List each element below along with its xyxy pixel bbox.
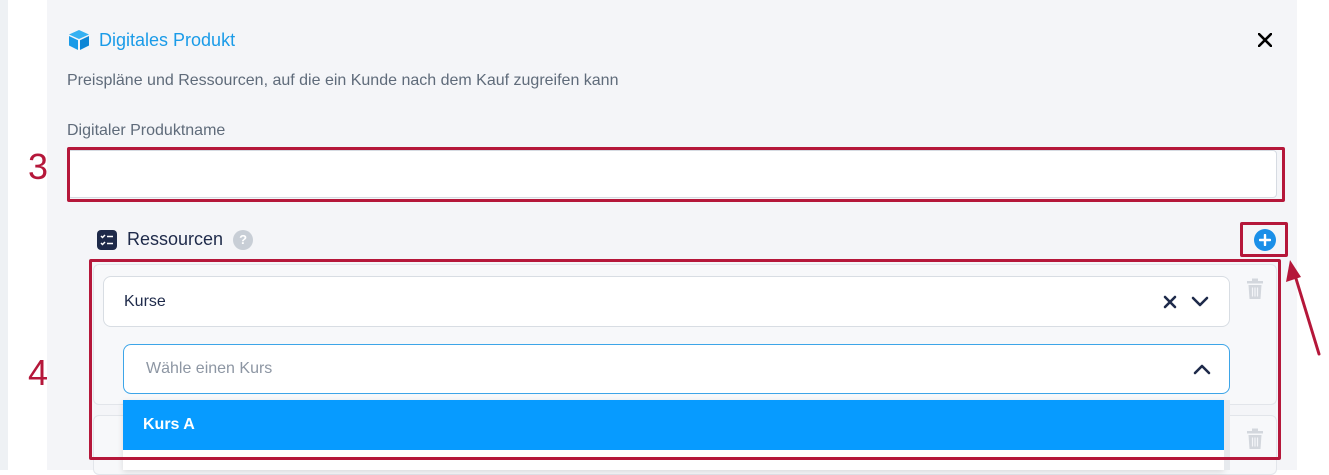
resource-type-value: Kurse	[124, 292, 166, 310]
dropdown-scrollbar[interactable]	[1224, 400, 1230, 470]
clear-icon[interactable]	[1163, 295, 1177, 309]
close-icon	[1258, 33, 1272, 47]
annotation-number-4: 4	[28, 352, 49, 393]
close-button[interactable]	[1256, 31, 1274, 49]
resource-type-select[interactable]: Kurse	[103, 276, 1230, 327]
course-option[interactable]: Kurs A	[123, 400, 1224, 450]
help-icon[interactable]: ?	[233, 229, 254, 250]
annotation-number-3: 3	[28, 146, 49, 187]
digital-product-panel: Digitales Produkt Preispläne und Ressour…	[47, 0, 1297, 475]
panel-title: Digitales Produkt	[99, 29, 236, 50]
course-search-field[interactable]	[123, 344, 1230, 394]
product-name-label: Digitaler Produktname	[67, 122, 226, 139]
left-edge-strip	[0, 0, 8, 470]
resources-label: Ressourcen	[127, 229, 224, 249]
resources-header: Ressourcen ?	[97, 229, 254, 250]
trash-icon[interactable]	[1246, 278, 1264, 300]
panel-header: Digitales Produkt	[67, 28, 235, 52]
panel-subtitle: Preispläne und Ressourcen, auf die ein K…	[67, 72, 619, 89]
plus-icon	[1259, 234, 1271, 246]
annotation-arrow	[1286, 260, 1321, 356]
course-search-input[interactable]	[144, 359, 1193, 379]
course-dropdown: Kurs A	[123, 400, 1224, 470]
trash-icon[interactable]	[1246, 428, 1264, 450]
box-icon	[69, 30, 89, 50]
product-name-input[interactable]	[67, 150, 1277, 198]
add-resource-button[interactable]	[1254, 229, 1276, 251]
checklist-icon	[97, 229, 117, 250]
chevron-up-icon[interactable]	[1193, 363, 1211, 375]
chevron-down-icon[interactable]	[1191, 296, 1209, 308]
